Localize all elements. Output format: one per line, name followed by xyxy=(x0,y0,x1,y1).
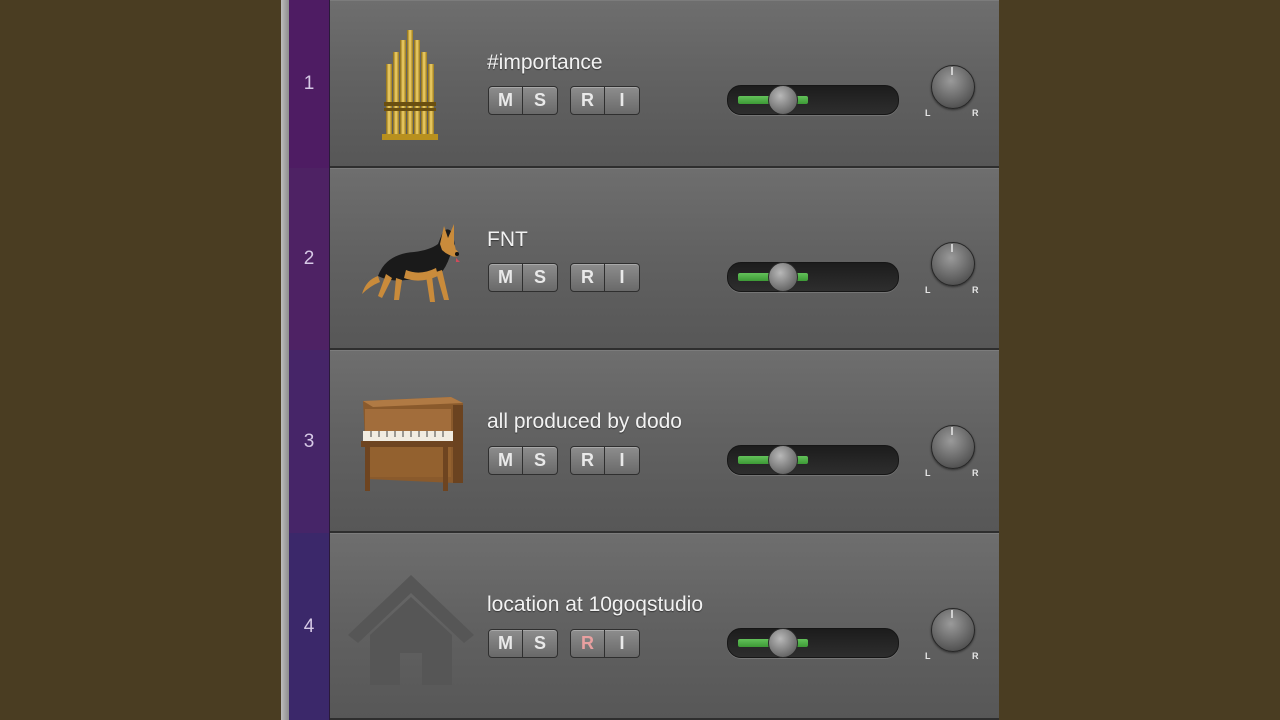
volume-knob[interactable] xyxy=(768,445,798,475)
solo-button[interactable]: S xyxy=(523,86,558,115)
record-enable-button[interactable]: R xyxy=(570,86,605,115)
volume-knob[interactable] xyxy=(768,628,798,658)
track-header[interactable]: all produced by dodo M S R I L R xyxy=(330,350,999,533)
track-name[interactable]: all produced by dodo xyxy=(487,410,682,434)
track-name[interactable]: location at 10goqstudio xyxy=(487,593,703,617)
solo-button[interactable]: S xyxy=(523,629,558,658)
mute-button[interactable]: M xyxy=(488,446,523,475)
pan-knob[interactable]: L R xyxy=(925,604,981,666)
pan-indicator xyxy=(951,427,953,435)
track-number-label: 3 xyxy=(303,430,315,452)
track-list: 1 #importance M S R I L R 2 FNT M S R I … xyxy=(281,0,999,720)
input-monitor-button[interactable]: I xyxy=(605,629,640,658)
pan-knob-dial[interactable] xyxy=(931,608,975,652)
track-header[interactable]: FNT M S R I L R xyxy=(330,168,999,350)
solo-button[interactable]: S xyxy=(523,263,558,292)
volume-knob[interactable] xyxy=(768,262,798,292)
track-row-4[interactable]: 4 location at 10goqstudio M S R I L R xyxy=(281,533,999,720)
volume-slider[interactable] xyxy=(727,85,899,115)
volume-knob[interactable] xyxy=(768,85,798,115)
pan-left-label: L xyxy=(925,651,931,661)
dog-icon[interactable] xyxy=(346,194,476,324)
home-icon[interactable] xyxy=(346,562,476,692)
mute-button[interactable]: M xyxy=(488,629,523,658)
input-monitor-button[interactable]: I xyxy=(605,446,640,475)
pan-knob[interactable]: L R xyxy=(925,238,981,300)
pan-indicator xyxy=(951,244,953,252)
track-number: 3 xyxy=(289,350,330,533)
track-edge xyxy=(281,168,289,350)
track-number-label: 2 xyxy=(303,248,315,269)
pan-right-label: R xyxy=(972,651,979,661)
track-name[interactable]: FNT xyxy=(487,228,528,252)
input-monitor-button[interactable]: I xyxy=(605,263,640,292)
volume-slider[interactable] xyxy=(727,445,899,475)
track-edge xyxy=(281,533,289,720)
mute-button[interactable]: M xyxy=(488,86,523,115)
track-row-1[interactable]: 1 #importance M S R I L R xyxy=(281,0,999,168)
track-buttons: M S R I xyxy=(488,263,652,292)
pan-indicator xyxy=(951,67,953,75)
pan-left-label: L xyxy=(925,285,931,295)
pan-left-label: L xyxy=(925,108,931,118)
pan-right-label: R xyxy=(972,468,979,478)
volume-slider[interactable] xyxy=(727,262,899,292)
pan-left-label: L xyxy=(925,468,931,478)
record-enable-button[interactable]: R xyxy=(570,263,605,292)
pan-knob-dial[interactable] xyxy=(931,242,975,286)
track-buttons: M S R I xyxy=(488,629,652,658)
track-edge xyxy=(281,350,289,533)
track-number-label: 4 xyxy=(303,615,315,637)
pan-knob[interactable]: L R xyxy=(925,421,981,483)
track-row-2[interactable]: 2 FNT M S R I L R xyxy=(281,168,999,350)
track-header[interactable]: #importance M S R I L R xyxy=(330,0,999,168)
pan-knob[interactable]: L R xyxy=(925,61,981,123)
pan-indicator xyxy=(951,610,953,618)
track-name[interactable]: #importance xyxy=(487,51,603,75)
track-number: 1 xyxy=(289,0,330,168)
pan-right-label: R xyxy=(972,285,979,295)
pan-right-label: R xyxy=(972,108,979,118)
pan-knob-dial[interactable] xyxy=(931,425,975,469)
volume-slider[interactable] xyxy=(727,628,899,658)
record-enable-button[interactable]: R xyxy=(570,446,605,475)
mute-button[interactable]: M xyxy=(488,263,523,292)
solo-button[interactable]: S xyxy=(523,446,558,475)
track-header[interactable]: location at 10goqstudio M S R I L R xyxy=(330,533,999,720)
track-edge xyxy=(281,0,289,168)
pipe-organ-icon[interactable] xyxy=(346,19,476,149)
track-buttons: M S R I xyxy=(488,86,652,115)
piano-icon[interactable] xyxy=(346,377,476,507)
track-number: 2 xyxy=(289,168,330,350)
track-buttons: M S R I xyxy=(488,446,652,475)
record-enable-button[interactable]: R xyxy=(570,629,605,658)
track-number: 4 xyxy=(289,533,330,720)
input-monitor-button[interactable]: I xyxy=(605,86,640,115)
track-number-label: 1 xyxy=(303,73,315,94)
pan-knob-dial[interactable] xyxy=(931,65,975,109)
track-row-3[interactable]: 3 all produced by dodo M S R I L R xyxy=(281,350,999,533)
